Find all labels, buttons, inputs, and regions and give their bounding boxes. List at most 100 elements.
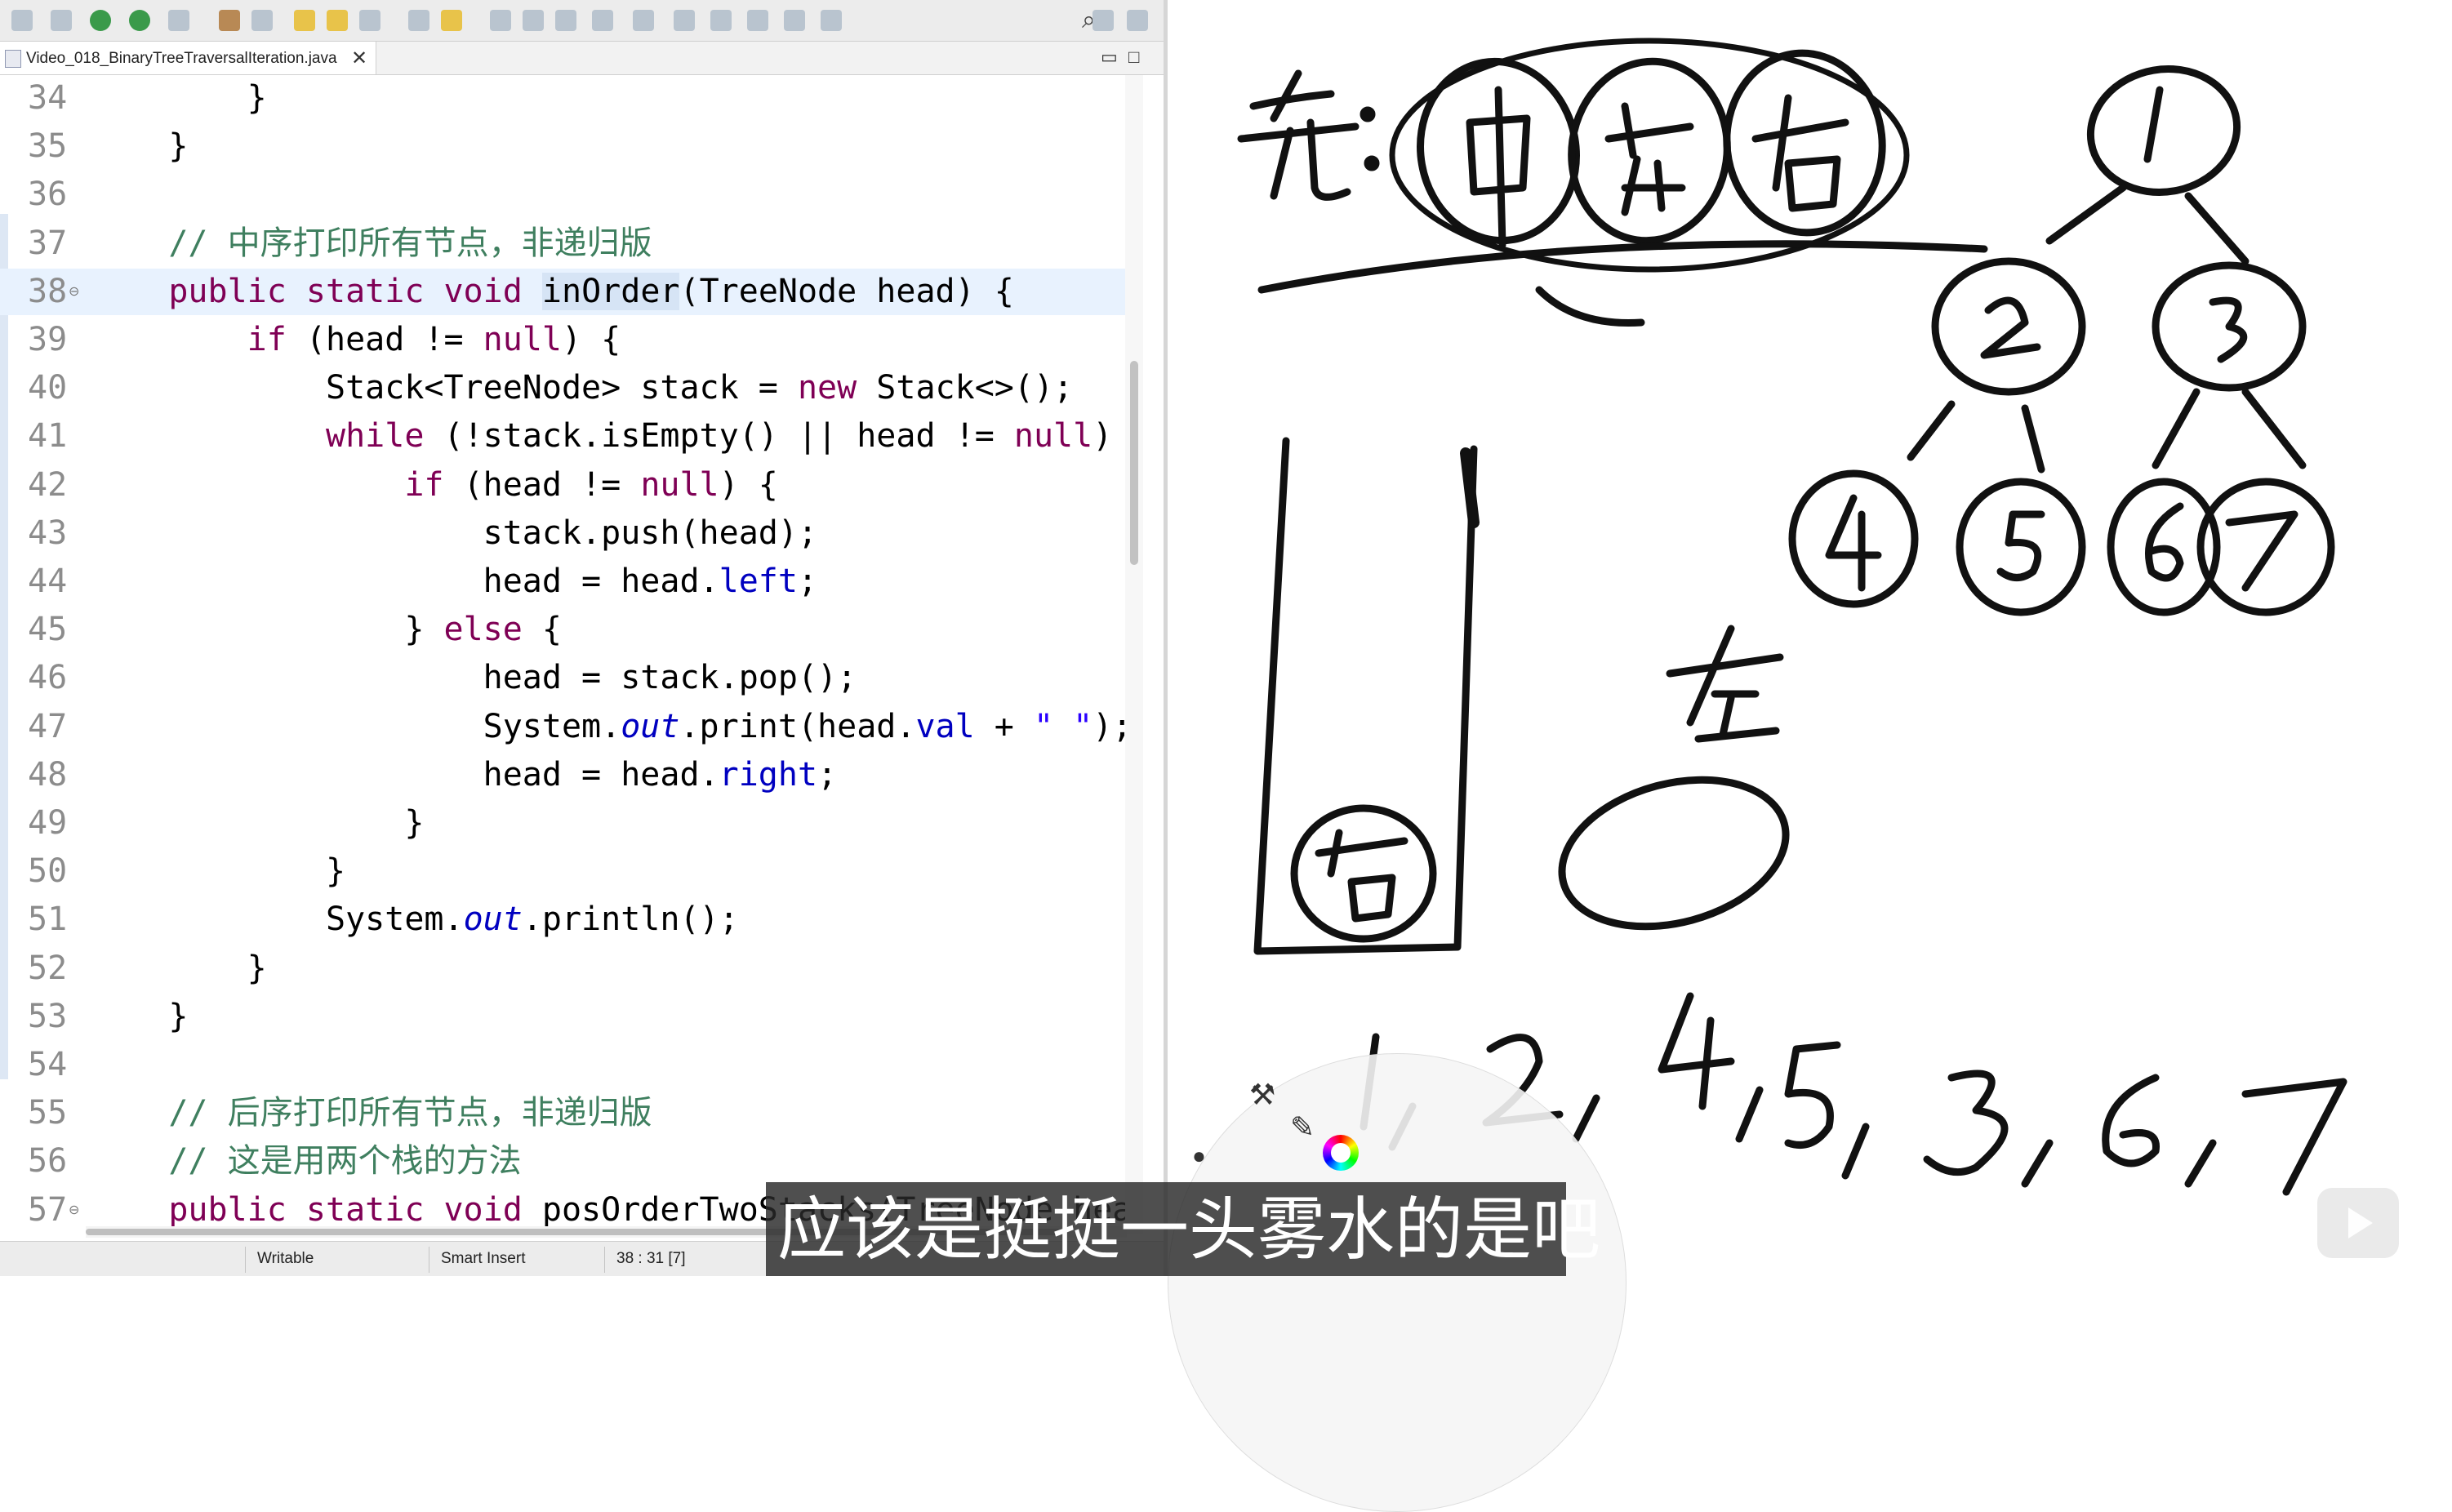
coverage-icon[interactable] bbox=[129, 10, 150, 31]
handwritten-stack bbox=[1253, 437, 1480, 955]
code-line[interactable]: 44 head = head.left; bbox=[0, 558, 1143, 605]
code-line[interactable]: 52 } bbox=[0, 945, 1143, 992]
code-text: } bbox=[90, 949, 267, 987]
line-number: 51 bbox=[28, 901, 68, 939]
line-number: 52 bbox=[28, 949, 68, 987]
run-icon[interactable] bbox=[90, 10, 111, 31]
handwritten-binary-tree bbox=[1788, 65, 2335, 616]
line-number: 43 bbox=[28, 514, 68, 552]
vertical-scroll-thumb[interactable] bbox=[1130, 361, 1138, 565]
code-line[interactable]: 42 if (head != null) { bbox=[0, 462, 1143, 509]
line-number: 50 bbox=[28, 852, 68, 891]
debug-icon[interactable] bbox=[51, 10, 72, 31]
line-number: 45 bbox=[28, 611, 68, 649]
open-type-icon[interactable] bbox=[294, 10, 315, 31]
code-text: } bbox=[90, 804, 425, 842]
toolbar-tool-icon[interactable] bbox=[11, 10, 33, 31]
line-number: 57 bbox=[28, 1190, 68, 1229]
line-number: 56 bbox=[28, 1142, 68, 1181]
line-number: 48 bbox=[28, 755, 68, 794]
code-line[interactable]: 48 head = head.right; bbox=[0, 752, 1143, 798]
fold-toggle-icon[interactable]: ⊖ bbox=[69, 283, 79, 300]
highlight-icon[interactable] bbox=[441, 10, 462, 31]
line-number: 38 bbox=[28, 272, 68, 310]
line-number: 37 bbox=[28, 224, 68, 262]
back-history-icon[interactable] bbox=[747, 10, 768, 31]
maximize-icon[interactable]: □ bbox=[1128, 47, 1139, 68]
code-text: } bbox=[90, 127, 189, 166]
ide-window: ⌕ Video_018_BinaryTreeTraversalIteration… bbox=[0, 0, 1164, 1276]
code-text: public static void inOrder(TreeNode head… bbox=[168, 272, 1014, 310]
code-line[interactable]: 34 } bbox=[0, 75, 1143, 122]
code-line[interactable]: 38 ⊖ public static void inOrder(TreeNode … bbox=[0, 268, 1143, 315]
next-annotation-icon[interactable] bbox=[592, 10, 613, 31]
code-text: } else { bbox=[90, 611, 562, 649]
prev-annotation-icon[interactable] bbox=[633, 10, 654, 31]
brush-icon[interactable]: ✎ bbox=[1290, 1110, 1315, 1145]
code-line[interactable]: 53 } bbox=[0, 994, 1143, 1040]
close-icon[interactable]: ✕ bbox=[351, 47, 367, 70]
code-text: // 中序打印所有节点，非递归版 bbox=[168, 224, 652, 262]
status-writable: Writable bbox=[257, 1250, 314, 1267]
open-perspective-icon[interactable] bbox=[1092, 10, 1114, 31]
code-line[interactable]: 54 bbox=[0, 1042, 1143, 1088]
code-text: head = stack.pop(); bbox=[90, 659, 857, 697]
code-line[interactable]: 41 while (!stack.isEmpty() || head != nu… bbox=[0, 413, 1143, 460]
back-icon[interactable] bbox=[674, 10, 695, 31]
line-number: 34 bbox=[28, 79, 68, 117]
code-text: } bbox=[90, 852, 346, 891]
color-wheel-icon[interactable] bbox=[1323, 1135, 1359, 1171]
code-editor[interactable]: 34 } 35 } 36 37 // 中序打印所有节点，非递归版 38 ⊖ public … bbox=[0, 75, 1143, 1276]
code-line[interactable]: 47 System.out.print(head.val + " "); bbox=[0, 704, 1143, 750]
line-number: 55 bbox=[28, 1094, 68, 1132]
status-cursor-position: 38 : 31 [7] bbox=[616, 1250, 686, 1267]
code-line[interactable]: 36 bbox=[0, 171, 1143, 218]
code-line[interactable]: 40 Stack<TreeNode> stack = new Stack<>()… bbox=[0, 365, 1143, 411]
code-line[interactable]: 37 // 中序打印所有节点，非递归版 bbox=[0, 220, 1143, 267]
code-line[interactable]: 51 System.out.println(); bbox=[0, 896, 1143, 943]
new-package-icon[interactable] bbox=[219, 10, 240, 31]
java-file-icon bbox=[5, 50, 21, 68]
new-class-icon[interactable] bbox=[251, 10, 273, 31]
line-number: 44 bbox=[28, 563, 68, 600]
code-line[interactable]: 56 // 这是用两个栈的方法 bbox=[0, 1138, 1143, 1185]
code-text: // 后序打印所有节点，非递归版 bbox=[168, 1094, 652, 1132]
pin-editor-icon[interactable] bbox=[821, 10, 842, 31]
code-text: Stack<TreeNode> stack = new Stack<>(); bbox=[90, 369, 1074, 407]
video-subtitle: 应该是挺挺一头雾水的是吧 bbox=[766, 1182, 1600, 1276]
code-text: stack.push(head); bbox=[90, 514, 818, 552]
paragraph-icon[interactable] bbox=[555, 10, 576, 31]
vertical-scrollbar[interactable] bbox=[1125, 75, 1143, 1234]
line-number: 35 bbox=[28, 127, 68, 166]
annotation-icon[interactable] bbox=[490, 10, 511, 31]
code-line[interactable]: 55 // 后序打印所有节点，非递归版 bbox=[0, 1090, 1143, 1136]
block-icon[interactable] bbox=[523, 10, 544, 31]
fold-toggle-icon[interactable]: ⊖ bbox=[69, 1202, 79, 1218]
pen-icon[interactable]: ● bbox=[1192, 1143, 1206, 1169]
toggle-mark-icon[interactable] bbox=[408, 10, 429, 31]
code-line[interactable]: 46 head = stack.pop(); bbox=[0, 655, 1143, 701]
line-number: 53 bbox=[28, 997, 68, 1035]
editor-tab-bar: Video_018_BinaryTreeTraversalIteration.j… bbox=[0, 42, 1164, 75]
code-line[interactable]: 43 stack.push(head); bbox=[0, 510, 1143, 557]
external-tools-icon[interactable] bbox=[168, 10, 189, 31]
search-tool-icon[interactable] bbox=[359, 10, 380, 31]
java-perspective-icon[interactable] bbox=[1127, 10, 1148, 31]
forward-history-icon[interactable] bbox=[784, 10, 805, 31]
minimize-icon[interactable]: ▭ bbox=[1101, 47, 1118, 68]
code-line[interactable]: 39 if (head != null) { bbox=[0, 317, 1143, 363]
status-divider bbox=[245, 1247, 246, 1273]
code-line[interactable]: 50 } bbox=[0, 848, 1143, 895]
code-line[interactable]: 35 } bbox=[0, 123, 1143, 170]
open-resource-icon[interactable] bbox=[327, 10, 348, 31]
forward-icon[interactable] bbox=[710, 10, 732, 31]
play-triangle bbox=[2348, 1207, 2373, 1239]
code-line[interactable]: 49 } bbox=[0, 800, 1143, 847]
editor-tab[interactable]: Video_018_BinaryTreeTraversalIteration.j… bbox=[0, 42, 376, 74]
handwritten-side-label bbox=[1558, 625, 1790, 931]
code-line[interactable]: 45 } else { bbox=[0, 607, 1143, 653]
line-number: 40 bbox=[28, 369, 68, 407]
play-icon[interactable] bbox=[2317, 1188, 2399, 1258]
hammer-icon[interactable]: ⚒ bbox=[1249, 1078, 1275, 1112]
palette-background bbox=[1168, 1053, 1627, 1512]
